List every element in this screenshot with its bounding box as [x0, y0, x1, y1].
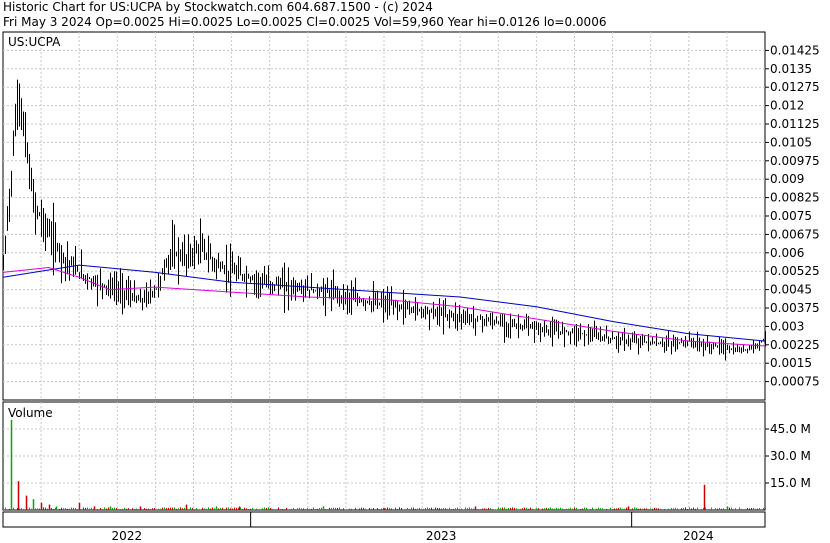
volume-tick-label: 15.0 M [770, 476, 811, 490]
stock-chart-svg: 0.01425 0.0135 0.01275 0.012 0.01125 0.0105 0.… [2, 31, 820, 543]
chart-stage: Historic Chart for US:UCPA by Stockwatch… [0, 0, 830, 543]
price-tick-label: 0.01125 [770, 117, 820, 131]
price-tick-label: 0.006 [770, 246, 804, 260]
price-tick-label: 0.00375 [770, 301, 820, 315]
price-tick-label: 0.0075 [770, 209, 812, 223]
price-panel-label: US:UCPA [8, 35, 61, 49]
x-axis-year-label: 2023 [426, 529, 457, 543]
price-tick-label: 0.003 [770, 319, 804, 333]
price-tick-label: 0.01425 [770, 43, 820, 57]
price-tick-label: 0.0015 [770, 356, 812, 370]
price-tick-label: 0.0045 [770, 283, 812, 297]
x-axis-frame [2, 511, 766, 528]
price-tick-label: 0.0105 [770, 135, 812, 149]
price-tick-label: 0.00825 [770, 191, 820, 205]
volume-panel-label: Volume [8, 406, 53, 420]
price-tick-label: 0.012 [770, 99, 804, 113]
x-axis-year-label: 2024 [683, 529, 714, 543]
price-tick-label: 0.00225 [770, 338, 820, 352]
price-tick-label: 0.00675 [770, 227, 820, 241]
price-tick-label: 0.0135 [770, 62, 812, 76]
volume-tick-label: 45.0 M [770, 422, 811, 436]
price-tick-label: 0.00975 [770, 154, 820, 168]
price-tick-label: 0.009 [770, 172, 804, 186]
price-tick-label: 0.00525 [770, 264, 820, 278]
x-axis-year-label: 2022 [112, 529, 143, 543]
price-tick-label: 0.01275 [770, 80, 820, 94]
price-tick-label: 0.00075 [770, 375, 820, 389]
volume-tick-label: 30.0 M [770, 449, 811, 463]
